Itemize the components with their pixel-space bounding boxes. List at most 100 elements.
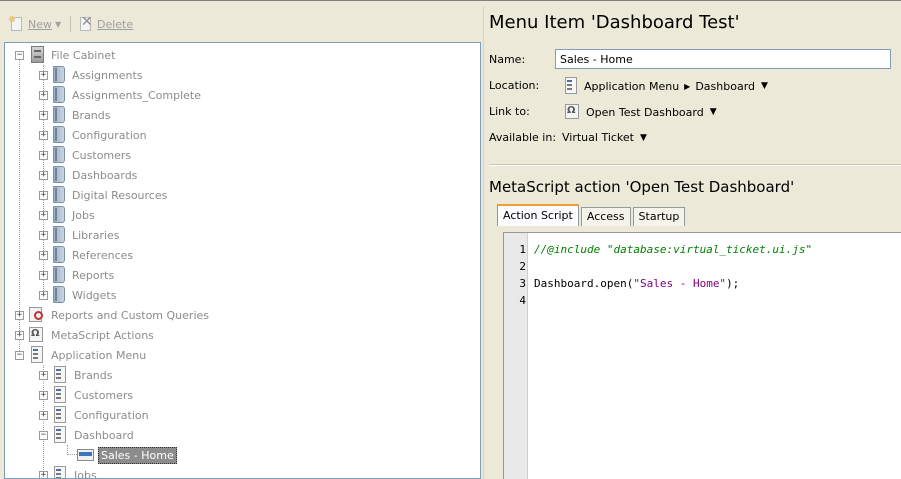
chevron-down-icon: ▼ (639, 132, 647, 143)
delete-icon: ✕ (80, 14, 93, 31)
tab-bar: Action Script Access Startup (497, 204, 687, 226)
menu-icon (564, 77, 580, 95)
expand-toggle[interactable]: + (39, 131, 48, 140)
collapse-toggle[interactable]: − (15, 351, 24, 360)
tree-item-menu-configuration[interactable]: Configuration (53, 405, 149, 425)
expand-toggle[interactable]: + (39, 411, 48, 420)
expand-toggle[interactable]: + (39, 391, 48, 400)
folder-icon (53, 146, 67, 164)
link-dropdown[interactable]: Ω Open Test Dashboard ▼ (564, 103, 717, 121)
location-dropdown[interactable]: Application Menu ▶ Dashboard ▼ (564, 77, 768, 95)
tree-item-jobs[interactable]: Jobs (53, 205, 95, 225)
tree-item-customers[interactable]: Customers (53, 145, 131, 165)
menu-item-icon (77, 447, 95, 463)
code-token: Dashboard.open( (534, 277, 634, 290)
expand-toggle[interactable]: + (39, 251, 48, 260)
action-title: MetaScript action 'Open Test Dashboard' (489, 178, 795, 196)
chevron-down-icon: ▼ (761, 81, 768, 91)
available-dropdown[interactable]: Virtual Ticket ▼ (562, 131, 647, 144)
delete-button[interactable]: ✕ Delete (78, 14, 133, 33)
tree-item-brands[interactable]: Brands (53, 105, 111, 125)
code-line-1: //@include "database:virtual_ticket.ui.j… (534, 243, 813, 256)
menu-icon (53, 366, 69, 384)
name-field[interactable] (555, 49, 891, 69)
expand-toggle[interactable]: + (39, 471, 48, 478)
tree-view[interactable]: − File Cabinet + Assignments + Assignmen… (4, 42, 481, 479)
expand-toggle[interactable]: + (39, 171, 48, 180)
folder-icon (53, 226, 67, 244)
tree-item-assignments-complete[interactable]: Assignments_Complete (53, 85, 201, 105)
folder-icon (53, 246, 67, 264)
code-line-3: Dashboard.open("Sales - Home"); (534, 277, 739, 290)
file-cabinet-icon (30, 46, 46, 64)
expand-toggle[interactable]: + (15, 331, 24, 340)
tree-item-dashboards[interactable]: Dashboards (53, 165, 137, 185)
page-title: Menu Item 'Dashboard Test' (489, 12, 740, 33)
new-document-icon (9, 16, 25, 32)
menu-icon (30, 346, 46, 364)
tree-item-assignments[interactable]: Assignments (53, 65, 143, 85)
tree-item-menu-jobs[interactable]: Jobs (53, 465, 97, 478)
name-label: Name: (489, 53, 526, 66)
new-button[interactable]: New ▼ (9, 15, 61, 33)
expand-toggle[interactable]: + (39, 111, 48, 120)
toolbar-separator (70, 16, 71, 32)
tree-item-menu-customers[interactable]: Customers (53, 385, 133, 405)
expand-toggle[interactable]: + (15, 311, 24, 320)
tree-item-reports-folder[interactable]: Reports (53, 265, 114, 285)
detail-pane: Menu Item 'Dashboard Test' Name: Locatio… (486, 6, 901, 479)
collapse-toggle[interactable]: − (39, 431, 48, 440)
tree-item-application-menu[interactable]: Application Menu (30, 345, 146, 365)
metascript-icon: Ω (28, 326, 46, 344)
line-number: 4 (519, 294, 526, 307)
tree-item-libraries[interactable]: Libraries (53, 225, 120, 245)
folder-icon (53, 186, 67, 204)
tree-item-menu-brands[interactable]: Brands (53, 365, 113, 385)
tree-item-file-cabinet[interactable]: File Cabinet (30, 45, 115, 65)
expand-toggle[interactable]: + (39, 271, 48, 280)
tree-item-references[interactable]: References (53, 245, 133, 265)
menu-icon (53, 386, 69, 404)
chevron-down-icon: ▼ (55, 19, 62, 29)
tree-item-sales-home[interactable]: Sales - Home (77, 445, 177, 465)
menu-icon (53, 466, 69, 478)
expand-toggle[interactable]: + (39, 91, 48, 100)
available-label: Available in: (489, 131, 557, 144)
tab-access[interactable]: Access (580, 207, 631, 226)
folder-icon (53, 286, 67, 304)
tab-action-script[interactable]: Action Script (497, 204, 579, 226)
folder-icon (53, 166, 67, 184)
folder-icon (53, 66, 67, 84)
chevron-right-icon: ▶ (684, 81, 691, 91)
expand-toggle[interactable]: + (39, 211, 48, 220)
line-number: 2 (519, 260, 526, 273)
folder-icon (53, 266, 67, 284)
expand-toggle[interactable]: + (39, 71, 48, 80)
collapse-toggle[interactable]: − (15, 51, 24, 60)
tree-item-menu-dashboard[interactable]: Dashboard (53, 425, 134, 445)
tree-item-configuration[interactable]: Configuration (53, 125, 147, 145)
folder-icon (53, 206, 67, 224)
folder-icon (53, 86, 67, 104)
tree-item-digital-resources[interactable]: Digital Resources (53, 185, 167, 205)
code-string: "Sales - Home" (633, 277, 727, 290)
chevron-down-icon: ▼ (709, 107, 717, 117)
tree-connector (43, 365, 44, 478)
link-label: Link to: (489, 105, 530, 118)
expand-toggle[interactable]: + (39, 291, 48, 300)
line-number: 1 (519, 243, 526, 256)
report-icon (28, 306, 46, 324)
metascript-icon: Ω (564, 103, 582, 121)
toolbar: New ▼ ✕ Delete (0, 6, 483, 42)
tab-startup[interactable]: Startup (632, 207, 686, 226)
tree-item-metascript-actions[interactable]: Ω MetaScript Actions (28, 325, 154, 345)
menu-icon (53, 426, 69, 444)
tree-item-widgets[interactable]: Widgets (53, 285, 116, 305)
expand-toggle[interactable]: + (39, 371, 48, 380)
expand-toggle[interactable]: + (39, 191, 48, 200)
menu-icon (53, 406, 69, 424)
expand-toggle[interactable]: + (39, 231, 48, 240)
expand-toggle[interactable]: + (39, 151, 48, 160)
tree-item-reports-and-queries[interactable]: Reports and Custom Queries (28, 305, 209, 325)
code-editor[interactable]: 1 2 3 4 //@include "database:virtual_tic… (503, 232, 901, 479)
